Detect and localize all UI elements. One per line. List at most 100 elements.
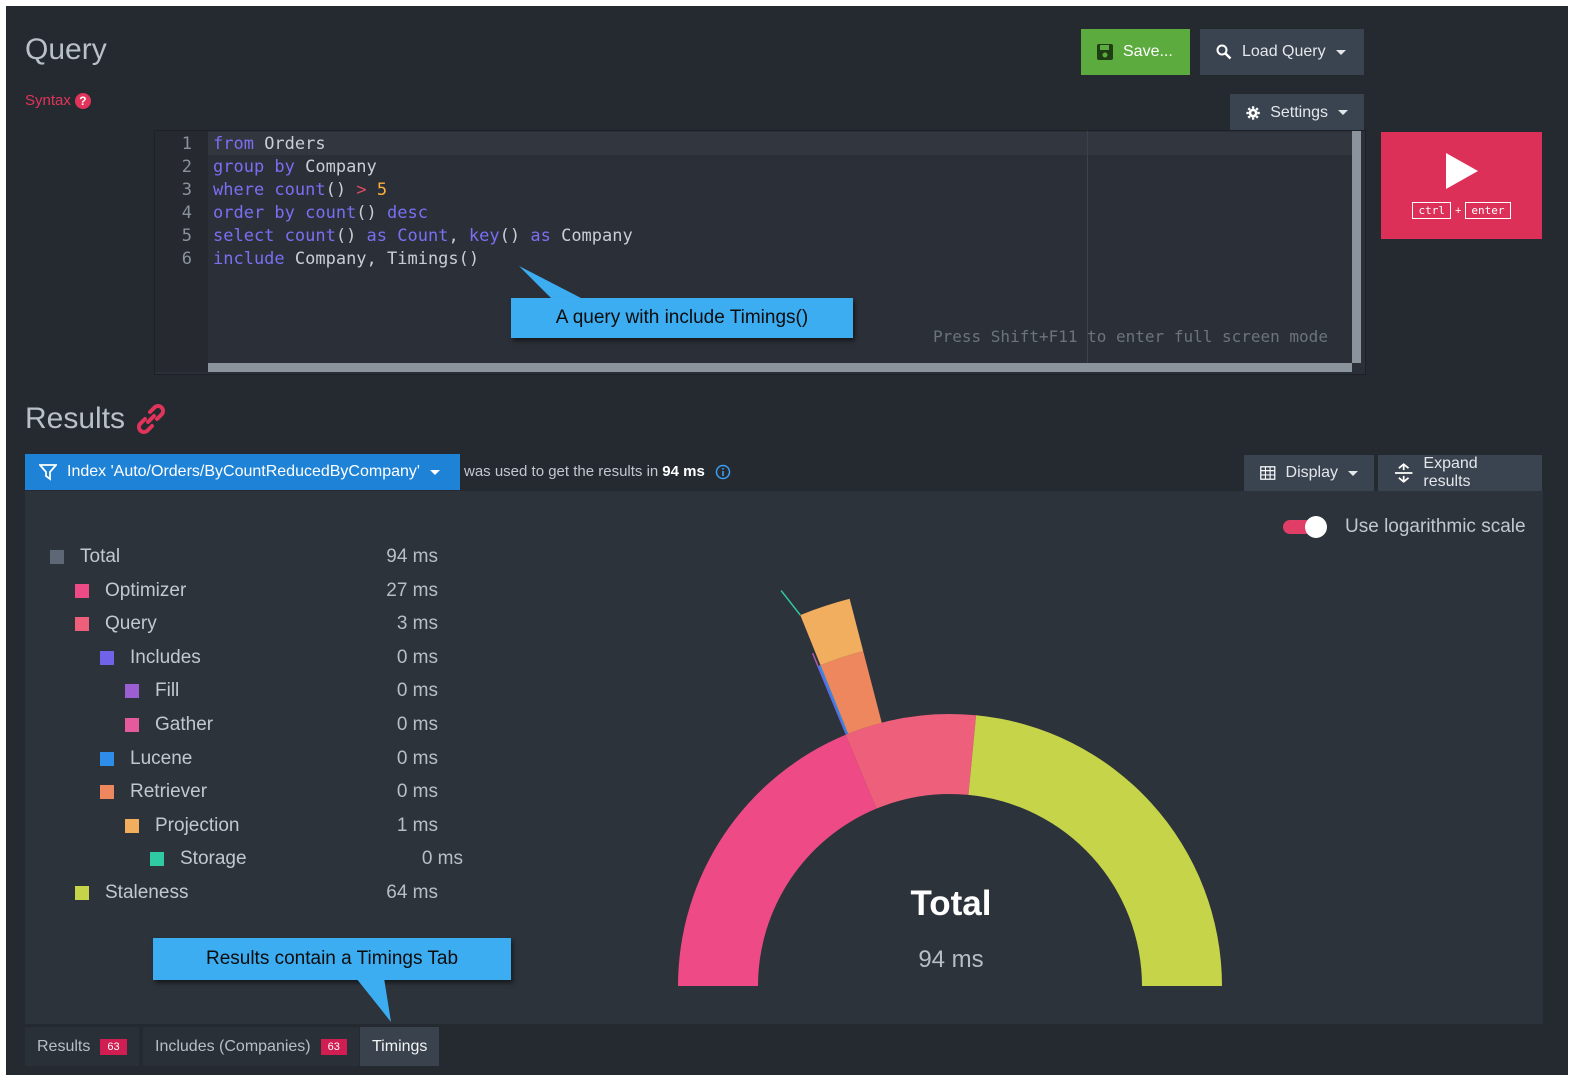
vertical-scrollbar[interactable]	[1352, 131, 1361, 363]
chevron-down-icon	[1335, 49, 1346, 55]
legend-item-projection[interactable]: Projection	[125, 815, 240, 837]
legend-swatch	[100, 650, 114, 665]
legend-item-gather[interactable]: Gather	[125, 714, 213, 736]
line-number: 5	[181, 226, 192, 246]
gear-icon	[1246, 105, 1260, 120]
code-token: where count	[213, 180, 326, 200]
tab-results[interactable]: Results 63	[25, 1027, 139, 1066]
code-token: include	[213, 249, 285, 269]
run-query-button[interactable]: ctrl + enter	[1381, 132, 1542, 239]
tab-label: Includes (Companies)	[155, 1037, 311, 1055]
code-token: 5	[376, 180, 388, 200]
toggle-switch[interactable]	[1283, 516, 1327, 538]
legend-swatch	[100, 751, 114, 766]
line-number: 2	[181, 157, 192, 177]
tab-timings[interactable]: Timings	[360, 1027, 440, 1066]
legend-swatch	[75, 617, 89, 632]
legend-label: Optimizer	[105, 579, 187, 601]
kbd-ctrl: ctrl	[1412, 202, 1451, 219]
count-badge: 63	[320, 1038, 347, 1055]
horizontal-scrollbar[interactable]	[208, 363, 1352, 372]
code-token: ()	[335, 226, 367, 246]
legend-label: Staleness	[105, 882, 189, 903]
legend-value: 0 ms	[396, 747, 438, 769]
editor-gutter: 1 2 3 4 5 6	[155, 131, 208, 372]
legend-value: 27 ms	[386, 579, 438, 601]
legend-item-total[interactable]: Total	[50, 546, 120, 568]
link-icon[interactable]	[134, 402, 168, 436]
code-token: desc	[387, 203, 428, 223]
tab-includes-companies[interactable]: Includes (Companies) 63	[143, 1027, 359, 1066]
legend-value: 0 ms	[396, 680, 438, 702]
code-token: ()	[325, 180, 357, 200]
index-icon	[39, 464, 57, 481]
code-token: Company	[294, 157, 377, 177]
save-label: Save...	[1123, 43, 1173, 60]
legend-swatch	[125, 684, 139, 699]
legend-label: Gather	[155, 714, 214, 735]
results-title: Results	[25, 402, 126, 435]
syntax-label: Syntax	[25, 92, 71, 109]
legend-value: 64 ms	[386, 882, 438, 903]
display-label: Display	[1285, 464, 1338, 481]
syntax-link[interactable]: Syntax ?	[25, 92, 91, 109]
callout-query: A query with include Timings()	[511, 298, 853, 338]
chart-center-label: Total	[910, 884, 992, 923]
sunburst-segment-optimizer[interactable]	[678, 734, 877, 986]
legend-swatch	[150, 852, 164, 867]
info-icon[interactable]	[715, 464, 731, 480]
legend-value: 3 ms	[396, 613, 438, 635]
legend-label: Fill	[155, 680, 180, 702]
expand-results-button[interactable]: Expand results	[1378, 455, 1542, 491]
legend-item-fill[interactable]: Fill	[125, 680, 179, 702]
used-time: 94 ms	[662, 463, 705, 480]
code-token: Company	[550, 226, 633, 246]
help-icon: ?	[74, 92, 91, 109]
index-selector[interactable]: Index 'Auto/Orders/ByCountReducedByCompa…	[25, 454, 460, 490]
kbd-enter: enter	[1465, 202, 1511, 219]
code-line: group by Company	[213, 156, 633, 179]
legend-value: 0 ms	[396, 714, 438, 735]
tab-label: Timings	[372, 1037, 428, 1055]
settings-button[interactable]: Settings	[1230, 94, 1364, 131]
log-scale-toggle[interactable]: Use logarithmic scale	[1283, 516, 1526, 538]
kbd-plus: +	[1454, 204, 1462, 217]
legend-item-query[interactable]: Query	[75, 613, 157, 635]
display-button[interactable]: Display	[1244, 455, 1374, 491]
sunburst-segment-storage[interactable]	[780, 590, 801, 616]
page-title: Query	[25, 33, 107, 66]
code-token: from	[213, 134, 254, 154]
load-query-button[interactable]: Load Query	[1200, 29, 1364, 75]
line-number: 3	[181, 180, 192, 200]
timings-sunburst-chart[interactable]	[606, 566, 1306, 996]
legend-swatch	[75, 886, 89, 900]
callout-pointer	[356, 978, 391, 1022]
save-button[interactable]: Save...	[1081, 29, 1190, 75]
callout-results: Results contain a Timings Tab	[153, 938, 511, 980]
legend-item-lucene[interactable]: Lucene	[100, 748, 192, 770]
line-number: 6	[181, 249, 192, 269]
legend-item-staleness[interactable]: Staleness	[75, 882, 188, 904]
legend-label: Storage	[180, 848, 247, 870]
index-name: Index 'Auto/Orders/ByCountReducedByCompa…	[67, 463, 420, 480]
expand-icon	[1394, 463, 1413, 483]
code-token: ()	[356, 203, 388, 223]
legend-item-optimizer[interactable]: Optimizer	[75, 580, 186, 602]
legend-item-retriever[interactable]: Retriever	[100, 781, 207, 803]
legend-swatch	[100, 785, 114, 800]
legend-item-includes[interactable]: Includes	[100, 647, 201, 669]
chevron-down-icon	[1348, 470, 1358, 476]
legend-label: Retriever	[130, 781, 208, 803]
used-text: was used to get the results in	[464, 463, 659, 480]
legend-item-storage[interactable]: Storage	[150, 848, 247, 870]
legend-label: Includes	[130, 646, 201, 668]
code-line: where count() > 5	[213, 179, 633, 202]
code-token: ()	[499, 226, 531, 246]
chevron-down-icon	[429, 469, 440, 475]
code-line: select count() as Count, key() as Compan…	[213, 225, 633, 248]
index-usage-text: was used to get the results in 94 ms	[464, 463, 731, 480]
legend-value: 0 ms	[421, 848, 463, 870]
legend-swatch	[50, 550, 64, 564]
query-editor[interactable]: 123456 from Orders group by Company where …	[154, 130, 1366, 375]
